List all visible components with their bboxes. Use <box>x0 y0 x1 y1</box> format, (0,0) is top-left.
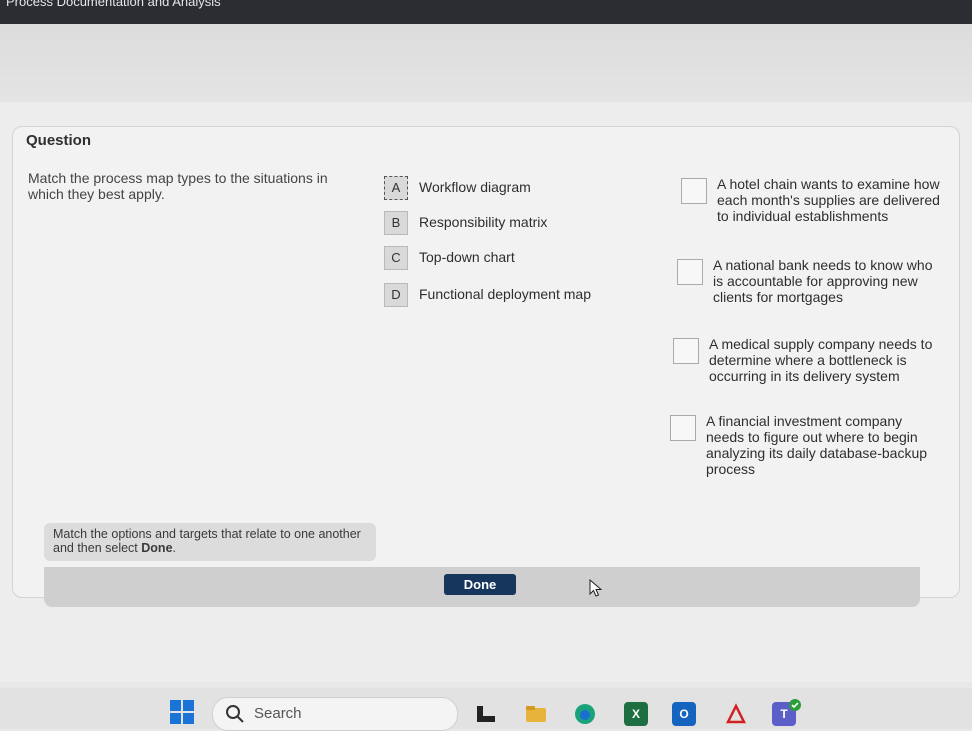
target-text: A hotel chain wants to examine how each … <box>717 176 940 224</box>
option-letter: A <box>384 176 408 200</box>
target-text: A medical supply company needs to determ… <box>709 336 933 384</box>
option-label: Workflow diagram <box>419 179 531 195</box>
option-letter: D <box>384 283 408 307</box>
option-label: Functional deployment map <box>419 286 591 302</box>
target-drop-box[interactable] <box>673 338 699 364</box>
hint-bold: Done <box>141 541 173 555</box>
file-explorer-icon[interactable] <box>474 702 498 726</box>
hint-prefix: Match the options and targets that relat… <box>53 527 361 555</box>
hint-text: Match the options and targets that relat… <box>53 527 363 555</box>
search-icon <box>226 705 244 723</box>
target-text: A financial investment company needs to … <box>706 413 928 477</box>
folder-icon[interactable] <box>524 702 548 726</box>
instruction-hint: Match the options and targets that relat… <box>44 523 376 561</box>
done-button[interactable]: Done <box>444 574 516 595</box>
outlook-icon[interactable]: O <box>672 702 696 726</box>
search-label: Search <box>254 705 302 722</box>
option-letter: B <box>384 211 408 235</box>
hint-suffix: . <box>172 541 176 555</box>
mouse-cursor-icon <box>589 579 603 597</box>
question-prompt: Match the process map types to the situa… <box>28 170 328 202</box>
header-band <box>0 24 972 102</box>
edge-icon[interactable] <box>573 702 597 726</box>
question-heading: Question <box>26 132 92 149</box>
acrobat-icon[interactable] <box>724 702 748 726</box>
window-title: Process Documentation and Analysis <box>6 0 221 9</box>
target-text: A national bank needs to know who is acc… <box>713 257 933 305</box>
target-drop-box[interactable] <box>677 259 703 285</box>
windows-start-icon[interactable] <box>170 700 194 724</box>
option-letter: C <box>384 246 408 270</box>
check-badge-icon <box>789 699 801 711</box>
taskbar-search[interactable]: Search <box>212 697 458 731</box>
teams-icon[interactable]: T <box>772 699 801 726</box>
option-label: Responsibility matrix <box>419 214 548 230</box>
target-drop-box[interactable] <box>681 178 707 204</box>
excel-icon[interactable]: X <box>624 702 648 726</box>
target-drop-box[interactable] <box>670 415 696 441</box>
window-title-bar: Process Documentation and Analysis <box>0 0 972 24</box>
option-label: Top-down chart <box>419 249 515 265</box>
